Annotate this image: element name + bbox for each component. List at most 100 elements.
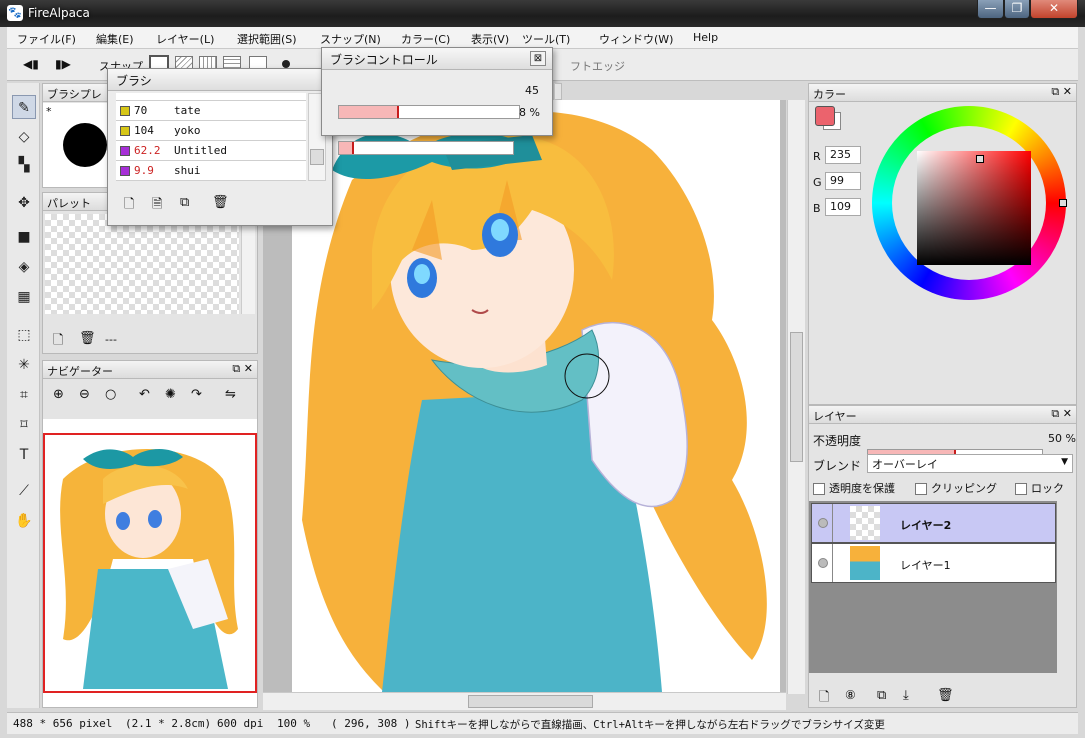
gradient-tool-icon[interactable]: ▦: [12, 285, 36, 309]
magic-wand-tool-icon[interactable]: ✳: [12, 353, 36, 377]
new-palette-icon[interactable]: 🗋: [53, 331, 63, 353]
layer-title: レイヤー: [813, 410, 857, 423]
move-tool-icon[interactable]: ✥: [12, 191, 36, 215]
duplicate-brush-icon[interactable]: ⧉: [180, 195, 189, 210]
redo-icon[interactable]: ▮▶: [55, 57, 71, 71]
hue-picker-handle[interactable]: [1059, 199, 1067, 207]
color-window-buttons[interactable]: ⧉ ✕: [1051, 85, 1072, 99]
g-input[interactable]: 99: [825, 172, 861, 190]
text-tool-icon[interactable]: T: [12, 443, 36, 467]
brush-opacity-slider[interactable]: [338, 141, 514, 155]
brush-name: shui: [174, 164, 201, 177]
layer-row-selected[interactable]: レイヤー2: [811, 503, 1056, 543]
palette-swatches[interactable]: [45, 214, 239, 314]
maximize-button[interactable]: ❐: [1004, 0, 1030, 19]
soft-edge-label: フトエッジ: [570, 60, 625, 73]
hand-tool-icon[interactable]: ✋: [12, 509, 36, 533]
menu-tool[interactable]: ツール(T): [522, 31, 570, 47]
new-brush-icon[interactable]: 🗋: [124, 195, 134, 217]
layer-window-buttons[interactable]: ⧉ ✕: [1051, 407, 1072, 421]
menu-bar: ファイル(F) 編集(E) レイヤー(L) 選択範囲(S) スナップ(N) カラ…: [7, 27, 1078, 49]
primary-color-swatch[interactable]: [815, 106, 835, 126]
brush-control-titlebar[interactable]: ブラシコントロール ⊠: [322, 48, 552, 70]
new-8bit-layer-icon[interactable]: ⑧: [845, 688, 856, 702]
brush-opacity-knob[interactable]: [351, 142, 354, 154]
delete-layer-icon[interactable]: 🗑: [937, 688, 954, 703]
visibility-icon[interactable]: [818, 558, 828, 568]
menu-window[interactable]: ウィンドウ(W): [599, 31, 673, 47]
eyedropper-tool-icon[interactable]: ⟋: [12, 479, 36, 503]
zoom-fit-icon[interactable]: ○: [105, 387, 116, 402]
blend-mode-select[interactable]: オーバーレイ ▼: [867, 454, 1073, 473]
menu-select[interactable]: 選択範囲(S): [237, 31, 297, 47]
clipping-checkbox[interactable]: クリッピング: [915, 480, 997, 496]
dot-pen-tool-icon[interactable]: ▚: [12, 153, 36, 177]
new-layer-icon[interactable]: 🗋: [819, 688, 829, 710]
menu-help[interactable]: Help: [693, 31, 718, 44]
brush-item[interactable]: 104 yoko: [116, 121, 306, 141]
select-pen-tool-icon[interactable]: ⌗: [12, 383, 36, 407]
palette-scrollbar[interactable]: [241, 214, 255, 314]
b-input[interactable]: 109: [825, 198, 861, 216]
duplicate-layer-icon[interactable]: ⧉: [877, 688, 886, 703]
brush-color-swatch: [120, 166, 130, 176]
brush-list-top: [116, 93, 306, 101]
layer-panel: レイヤー ⧉ ✕ 不透明度 50 % ブレンド オーバーレイ ▼ 透明度を保護 …: [808, 405, 1077, 708]
minimize-button[interactable]: —: [977, 0, 1004, 19]
fill-rect-tool-icon[interactable]: ■: [12, 225, 36, 249]
select-tool-icon[interactable]: ⬚: [12, 323, 36, 347]
brush-window-titlebar[interactable]: ブラシ: [108, 69, 332, 91]
flip-horizontal-icon[interactable]: ⇋: [225, 387, 236, 402]
menu-snap[interactable]: スナップ(N): [320, 31, 381, 47]
zoom-out-icon[interactable]: ⊖: [79, 387, 90, 402]
brush-size-knob[interactable]: [397, 106, 400, 118]
layer-row[interactable]: レイヤー1: [811, 543, 1056, 583]
hue-wheel[interactable]: [872, 106, 1067, 300]
brush-item[interactable]: 62.2 Untitled: [116, 141, 306, 161]
rotate-right-icon[interactable]: ↷: [191, 387, 202, 402]
menu-color[interactable]: カラー(C): [401, 31, 450, 47]
color-title: カラー: [813, 88, 846, 101]
zoom-in-icon[interactable]: ⊕: [53, 387, 64, 402]
close-button[interactable]: ✕: [1030, 0, 1078, 19]
canvas-vertical-scrollbar[interactable]: [787, 100, 805, 694]
brush-item[interactable]: 9.9 shui: [116, 161, 306, 181]
brush-name: Untitled: [174, 144, 227, 157]
vertical-scroll-thumb[interactable]: [790, 332, 803, 462]
canvas[interactable]: [292, 100, 780, 692]
menu-file[interactable]: ファイル(F): [17, 31, 76, 47]
eraser-tool-icon[interactable]: ◇: [12, 125, 36, 149]
undo-icon[interactable]: ◀▮: [23, 57, 39, 71]
brush-scroll-thumb[interactable]: [310, 149, 324, 165]
delete-brush-icon[interactable]: 🗑: [212, 195, 229, 210]
navigator-window-buttons[interactable]: ⧉ ✕: [232, 362, 253, 376]
menu-layer[interactable]: レイヤー(L): [156, 31, 214, 47]
protect-alpha-checkbox[interactable]: 透明度を保護: [813, 480, 895, 496]
rotate-reset-icon[interactable]: ✺: [165, 387, 176, 402]
brush-size-slider[interactable]: [338, 105, 520, 119]
canvas-horizontal-scrollbar[interactable]: [263, 692, 786, 710]
visibility-icon[interactable]: [818, 518, 828, 528]
menu-view[interactable]: 表示(V): [471, 31, 509, 47]
merge-down-icon[interactable]: ⤓: [903, 688, 909, 703]
delete-palette-icon[interactable]: 🗑: [79, 331, 96, 346]
select-eraser-tool-icon[interactable]: ⌑: [12, 413, 36, 437]
bucket-tool-icon[interactable]: ◈: [12, 255, 36, 279]
snap-point-icon[interactable]: [282, 60, 290, 68]
lock-checkbox[interactable]: ロック: [1015, 480, 1064, 496]
menu-edit[interactable]: 編集(E): [96, 31, 134, 47]
brush-settings-icon[interactable]: 🗎: [152, 195, 162, 217]
pen-tool-icon[interactable]: ✎: [12, 95, 36, 119]
brush-control-title: ブラシコントロール: [330, 53, 438, 67]
tool-palette: ✎ ◇ ▚ ✥ ■ ◈ ▦ ⬚ ✳ ⌗ ⌑ T ⟋ ✋: [7, 83, 40, 708]
navigator-thumbnail[interactable]: [43, 419, 257, 707]
horizontal-scroll-thumb[interactable]: [468, 695, 593, 708]
brush-item[interactable]: 70 tate: [116, 101, 306, 121]
saturation-value-square[interactable]: [917, 151, 1031, 265]
r-input[interactable]: 235: [825, 146, 861, 164]
rotate-left-icon[interactable]: ↶: [139, 387, 150, 402]
layer-row-divider: [832, 544, 833, 582]
brush-control-close-icon[interactable]: ⊠: [530, 51, 546, 66]
sv-picker-handle[interactable]: [976, 155, 984, 163]
status-bar: 488 * 656 pixel (2.1 * 2.8cm) 600 dpi 10…: [7, 712, 1078, 734]
